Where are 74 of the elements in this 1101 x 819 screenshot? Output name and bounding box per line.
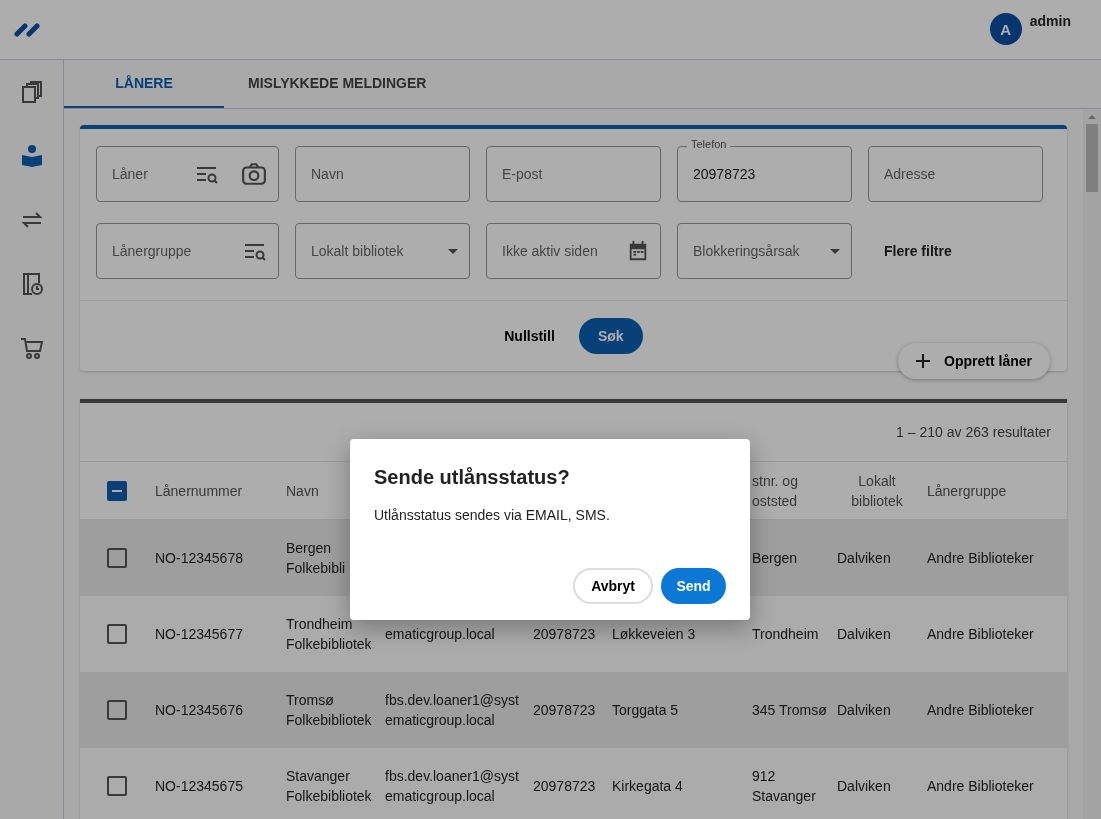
books-icon xyxy=(19,80,44,104)
input-field[interactable]: Lånergruppe xyxy=(96,223,279,279)
scrollbar[interactable] xyxy=(1083,109,1101,819)
field-label: Telefon xyxy=(687,138,731,150)
sidebar-item[interactable] xyxy=(19,336,44,360)
tab[interactable]: LÅNERE xyxy=(64,60,224,108)
user-name[interactable]: admin xyxy=(1029,13,1071,29)
table-cell-text: Kirkegata 4 xyxy=(612,777,683,796)
input-field[interactable]: Adresse xyxy=(868,146,1043,202)
table-cell-text: NO-12345678 xyxy=(155,549,243,568)
table-cell-text: Dalviken xyxy=(837,701,891,720)
input-field[interactable]: Låner xyxy=(96,146,279,202)
table-cell-text: Andre Biblioteker xyxy=(927,777,1034,796)
table-cell-text: Løkkeveien 3 xyxy=(612,625,696,644)
table-cell-text: Dalviken xyxy=(837,549,891,568)
table-cell-text: 20978723 xyxy=(533,701,596,720)
table-cell-text: ematicgroup.local xyxy=(385,625,495,644)
column-header[interactable]: Lokalt bibliotek xyxy=(837,470,917,511)
row-checkbox[interactable] xyxy=(107,700,127,720)
table-cell-text: fbs.dev.loaner1@systematicgroup.local xyxy=(385,767,520,806)
column-header[interactable]: Navn xyxy=(286,480,319,501)
cancel-button[interactable]: Avbryt xyxy=(573,568,653,604)
table-cell-text: Torggata 5 xyxy=(612,701,679,720)
table-cell-text: Stavanger Folkebibliotek xyxy=(286,767,373,806)
table-cell-text: NO-12345677 xyxy=(155,625,243,644)
table-cell-text: 20978723 xyxy=(533,625,596,644)
create-borrower-button[interactable]: Opprett låner xyxy=(898,343,1050,379)
table-cell-text: NO-12345675 xyxy=(155,777,243,796)
scrollbar-thumb[interactable] xyxy=(1086,124,1098,192)
input-field[interactable]: E-post xyxy=(486,146,661,202)
dialog-title: Sende utlånsstatus? xyxy=(374,466,571,489)
table-cell-text: Bergen Folkebibli xyxy=(286,539,347,578)
table-cell-text: Dalviken xyxy=(837,625,891,644)
table-cell-text: Andre Biblioteker xyxy=(927,701,1034,720)
dropdown-caret-icon[interactable] xyxy=(830,248,840,254)
result-count: 1 – 210 av 263 resultater xyxy=(896,424,1051,440)
dropdown-caret-icon[interactable] xyxy=(448,248,458,254)
table-cell-text: Trondheim xyxy=(752,625,819,644)
sidebar-item[interactable] xyxy=(19,80,44,104)
table-cell-text: 20978723 xyxy=(533,777,596,796)
cart-icon xyxy=(19,336,44,360)
dialog-message: Utlånsstatus sendes via EMAIL, SMS. xyxy=(374,507,611,523)
row-checkbox[interactable] xyxy=(107,776,127,796)
input-field[interactable]: Ikke aktiv siden xyxy=(486,223,661,279)
calendar-icon[interactable] xyxy=(627,240,649,262)
person-reading-icon xyxy=(19,144,44,168)
table-cell-text: Bergen xyxy=(752,549,798,568)
more-filters-button[interactable]: Flere filtre xyxy=(868,243,952,259)
row-checkbox[interactable] xyxy=(107,624,127,644)
table-cell-text: NO-12345676 xyxy=(155,701,243,720)
select-all-checkbox[interactable] xyxy=(107,480,127,501)
sidebar-item[interactable] xyxy=(19,144,44,168)
send-button[interactable]: Send xyxy=(661,568,726,604)
reset-button[interactable]: Nullstill xyxy=(504,328,555,344)
table-cell-text: fbs.dev.loaner1@systematicgroup.local xyxy=(385,691,520,730)
column-header[interactable]: stnr. og oststed xyxy=(752,470,827,511)
column-header[interactable]: Lånergruppe xyxy=(927,480,1007,501)
table-cell-text: Dalviken xyxy=(837,777,891,796)
input-field[interactable]: Lokalt bibliotek xyxy=(295,223,470,279)
input-field[interactable]: Blokkeringsårsak xyxy=(677,223,852,279)
column-header[interactable]: Lånernummer xyxy=(155,480,243,501)
avatar[interactable]: A xyxy=(989,13,1022,45)
table-cell-text: 345 Tromsø xyxy=(752,701,827,720)
search-button[interactable]: Søk xyxy=(578,318,643,354)
table-cell-text: Andre Biblioteker xyxy=(927,549,1034,568)
row-checkbox[interactable] xyxy=(107,548,127,568)
plus-icon xyxy=(916,354,931,368)
table-cell-text: Trondheim Folkebibliotek xyxy=(286,615,373,654)
tab[interactable]: MISLYKKEDE MELDINGER xyxy=(224,60,451,108)
camera-icon[interactable] xyxy=(241,161,267,187)
table-cell-text: Andre Biblioteker xyxy=(927,625,1034,644)
table-cell-text: Tromsø Folkebibliotek xyxy=(286,691,373,730)
table-cell-text: 912 Stavanger xyxy=(752,767,817,806)
input-field[interactable]: Navn xyxy=(295,146,470,202)
